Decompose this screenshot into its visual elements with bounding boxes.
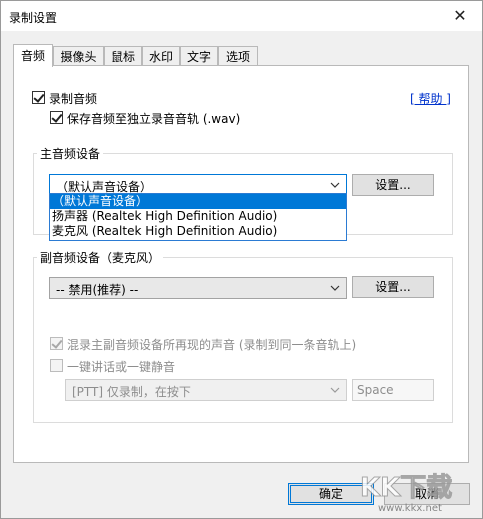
mix-audio-label: 混录主副音频设备所再现的声音 (录制到同一条音轨上) [67, 338, 357, 352]
main-audio-device-title: 主音频设备 [37, 145, 104, 162]
svg-text:www.kkx.net: www.kkx.net [378, 503, 442, 514]
push-to-talk-label: 一键讲话或一键静音 [67, 360, 176, 374]
main-audio-device-dropdown: （默认声音设备） 扬声器 (Realtek High Definition Au… [49, 193, 347, 241]
tab-watermark[interactable]: 水印 [142, 46, 180, 66]
help-link[interactable]: [ 帮助 ] [410, 90, 451, 107]
secondary-audio-device-title: 副音频设备（麦克风） [37, 249, 164, 266]
tab-text[interactable]: 文字 [180, 46, 218, 66]
svg-text:KK下载: KK下载 [360, 473, 452, 503]
dropdown-option-speaker[interactable]: 扬声器 (Realtek High Definition Audio) [50, 209, 346, 224]
record-audio-label: 录制音频 [49, 92, 98, 106]
ptt-mode-select[interactable]: [PTT] 仅录制，在按下 [65, 379, 347, 401]
dropdown-option-default[interactable]: （默认声音设备） [50, 194, 346, 209]
chevron-down-icon [330, 182, 340, 188]
tab-camera[interactable]: 摄像头 [53, 46, 104, 66]
ptt-hotkey-field[interactable]: Space [352, 379, 434, 401]
chevron-down-icon [330, 387, 340, 393]
main-device-settings-button[interactable]: 设置... [352, 174, 434, 196]
save-separate-track-label: 保存音频至独立录音音轨 (.wav) [67, 112, 241, 126]
tab-mouse[interactable]: 鼠标 [104, 46, 142, 66]
mix-audio-checkbox[interactable] [50, 337, 63, 350]
title-bar: 录制设置 ✕ [1, 1, 482, 31]
push-to-talk-checkbox[interactable] [50, 359, 63, 372]
secondary-audio-device-value: -- 禁用(推荐) -- [56, 283, 139, 297]
dropdown-option-microphone[interactable]: 麦克风 (Realtek High Definition Audio) [50, 224, 346, 239]
settings-dialog: 录制设置 ✕ 音频 摄像头 鼠标 水印 文字 选项 录制音频 [ 帮助 ] 保存… [0, 0, 483, 519]
kk-download-watermark: KK下载 www.kkx.net [360, 473, 453, 515]
tab-audio[interactable]: 音频 [13, 44, 53, 67]
save-separate-track-checkbox[interactable] [50, 111, 63, 124]
window-title: 录制设置 [9, 11, 58, 25]
secondary-device-settings-button[interactable]: 设置... [352, 276, 434, 298]
secondary-audio-device-select[interactable]: -- 禁用(推荐) -- [49, 277, 347, 299]
chevron-down-icon [330, 285, 340, 291]
record-audio-checkbox[interactable] [32, 91, 45, 104]
close-icon[interactable]: ✕ [438, 1, 482, 31]
ptt-mode-value: [PTT] 仅录制，在按下 [72, 385, 191, 399]
tab-options[interactable]: 选项 [218, 46, 258, 66]
